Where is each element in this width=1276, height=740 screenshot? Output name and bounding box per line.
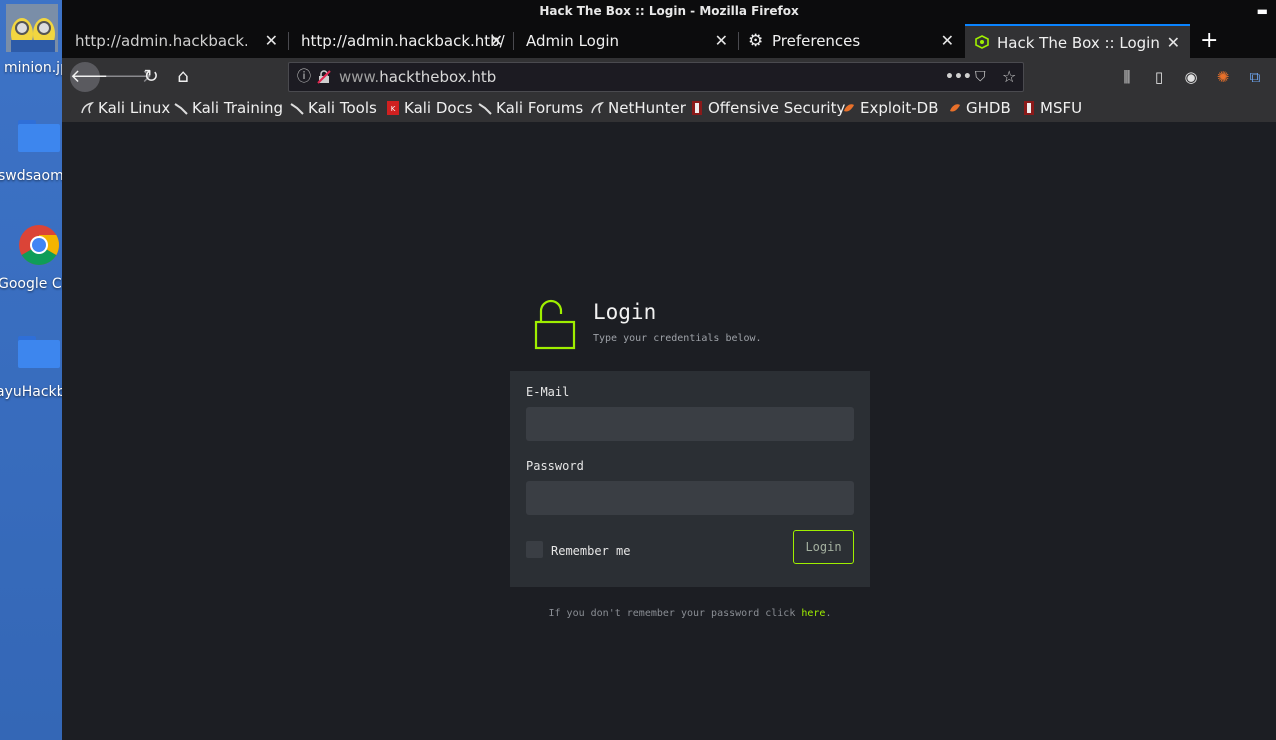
login-title: Login: [593, 300, 657, 324]
back-arrow-icon[interactable]: 🡐: [70, 62, 118, 92]
url-text[interactable]: www.hackthebox.htb: [339, 63, 496, 91]
tab-label: http://admin.hackback.htb/: [301, 32, 505, 50]
tab-label: Preferences: [772, 32, 861, 50]
sidebar-icon[interactable]: ▯: [1146, 62, 1172, 92]
chrome-icon: [19, 225, 59, 265]
title-bar: Hack The Box :: Login - Mozilla Firefox …: [62, 0, 1276, 22]
extension-icon[interactable]: ✺: [1210, 62, 1236, 92]
desktop-item-minion[interactable]: minion.jp: [0, 0, 62, 90]
new-tab-icon[interactable]: +: [1200, 28, 1218, 53]
desktop-item-label: Google Ch: [0, 276, 62, 292]
desktop-item-folder[interactable]: swdsaomi: [0, 120, 62, 192]
kali-dragon-icon: [478, 103, 492, 115]
exploitdb-icon: [844, 104, 854, 112]
close-icon[interactable]: ✕: [490, 24, 503, 58]
desktop-item-label: swdsaomi: [0, 168, 62, 184]
navigation-bar: 🡐 🡒 ↻ ⌂ ⓘ www.hackthebox.htb ••• ⛉ ☆ ⫼ ▯…: [62, 58, 1276, 96]
tab-label: Hack The Box :: Login: [997, 34, 1160, 52]
account-icon[interactable]: ◉: [1178, 62, 1204, 92]
forgot-password-text: If you don't remember your password clic…: [548, 608, 832, 619]
desktop: minion.jp swdsaomi Google Ch ayuHackb: [0, 0, 62, 740]
desktop-item-chrome[interactable]: Google Ch: [0, 222, 62, 298]
bookmarks-toolbar: Kali Linux Kali Training Kali Tools K Kal…: [62, 96, 1276, 122]
kali-dragon-icon: [81, 101, 94, 114]
tab-admin-2[interactable]: http://admin.hackback.htb/ ✕: [288, 24, 514, 58]
close-icon[interactable]: ✕: [265, 24, 278, 58]
login-button[interactable]: Login: [793, 530, 854, 564]
remember-label[interactable]: Remember me: [551, 544, 630, 558]
remember-checkbox[interactable]: [526, 541, 543, 558]
email-field[interactable]: [526, 407, 854, 441]
library-icon[interactable]: ⫼: [1114, 62, 1140, 92]
desktop-item-label: ayuHackb: [0, 384, 62, 400]
folder-icon: [18, 336, 60, 368]
folder-icon: [18, 120, 60, 152]
home-icon[interactable]: ⌂: [168, 62, 198, 92]
bookmark-msfu[interactable]: MSFU: [1022, 96, 1082, 122]
minimize-icon[interactable]: ▬: [1257, 0, 1268, 22]
tab-preferences[interactable]: ⚙ Preferences ✕: [738, 24, 964, 58]
bookmark-offensive-security[interactable]: Offensive Security: [690, 96, 845, 122]
bookmark-kali-tools[interactable]: Kali Tools: [290, 96, 377, 122]
reload-icon[interactable]: ↻: [136, 62, 166, 92]
pocket-icon[interactable]: ⛉: [975, 63, 986, 91]
bookmark-nethunter[interactable]: NetHunter: [590, 96, 686, 122]
desktop-item-folder[interactable]: ayuHackb: [0, 336, 62, 402]
password-field[interactable]: [526, 481, 854, 515]
forgot-password-link[interactable]: here: [801, 608, 825, 619]
unlocked-padlock-icon: [534, 299, 576, 350]
gear-icon: ⚙: [748, 31, 764, 51]
tab-hackthebox-login[interactable]: Hack The Box :: Login ✕: [965, 24, 1190, 58]
svg-text:K: K: [391, 105, 396, 113]
bookmark-star-icon[interactable]: ☆: [1002, 63, 1016, 91]
translate-icon[interactable]: ⧉: [1242, 62, 1268, 92]
window-title: Hack The Box :: Login - Mozilla Firefox: [539, 4, 799, 18]
close-icon[interactable]: ✕: [715, 24, 728, 58]
htb-favicon: [975, 35, 989, 49]
close-icon[interactable]: ✕: [1167, 26, 1180, 60]
info-icon[interactable]: ⓘ: [297, 63, 311, 91]
kali-dragon-icon: [174, 103, 188, 115]
password-label: Password: [526, 459, 584, 473]
page-actions-icon[interactable]: •••: [945, 63, 972, 91]
offsec-icon: [692, 101, 702, 115]
firefox-window: Hack The Box :: Login - Mozilla Firefox …: [62, 0, 1276, 740]
bookmark-kali-docs[interactable]: K Kali Docs: [386, 96, 473, 122]
kali-docs-icon: K: [387, 101, 399, 115]
tab-admin-login[interactable]: Admin Login ✕: [513, 24, 739, 58]
kali-dragon-icon: [290, 103, 304, 115]
insecure-lock-icon[interactable]: [317, 70, 331, 84]
minion-image-icon: [6, 4, 58, 52]
forward-arrow-icon[interactable]: 🡒: [104, 62, 152, 92]
close-icon[interactable]: ✕: [941, 24, 954, 58]
kali-dragon-icon: [591, 101, 604, 114]
tab-label: Admin Login: [526, 32, 620, 50]
email-label: E-Mail: [526, 385, 570, 399]
bookmark-exploit-db[interactable]: Exploit-DB: [842, 96, 939, 122]
tab-label: http://admin.hackback.htb/p: [75, 32, 247, 50]
offsec-icon: [1024, 101, 1034, 115]
bookmark-kali-training[interactable]: Kali Training: [174, 96, 283, 122]
exploitdb-icon: [950, 104, 960, 112]
url-bar[interactable]: ⓘ www.hackthebox.htb ••• ⛉ ☆: [288, 62, 1024, 92]
bookmark-kali-forums[interactable]: Kali Forums: [478, 96, 583, 122]
login-subtitle: Type your credentials below.: [593, 333, 762, 344]
desktop-item-label: minion.jp: [4, 60, 62, 76]
page-content: Login Type your credentials below. E-Mai…: [62, 122, 1276, 740]
bookmark-kali-linux[interactable]: Kali Linux: [80, 96, 170, 122]
tab-admin-1[interactable]: http://admin.hackback.htb/p ✕: [62, 24, 289, 58]
bookmark-ghdb[interactable]: GHDB: [948, 96, 1011, 122]
login-form: E-Mail Password Remember me Login: [510, 371, 870, 587]
